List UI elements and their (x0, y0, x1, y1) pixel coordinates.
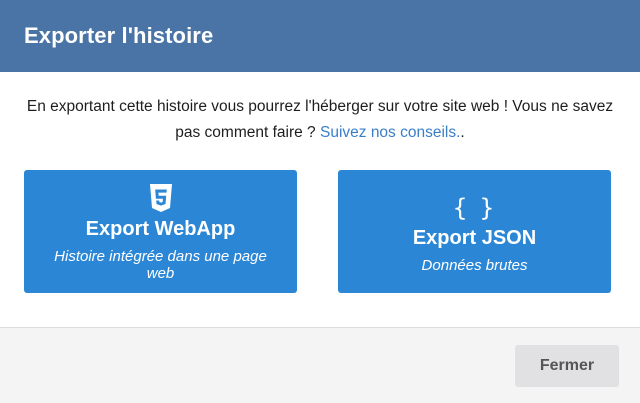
close-button[interactable]: Fermer (515, 345, 619, 387)
advice-link[interactable]: Suivez nos conseils. (320, 124, 460, 141)
intro-punctuation: . (460, 124, 465, 141)
export-webapp-subtitle: Histoire intégrée dans une page web (54, 248, 267, 282)
export-json-button[interactable]: { } Export JSON Données brutes (338, 170, 611, 293)
export-json-title: Export JSON (412, 227, 537, 249)
dialog-title: Exporter l'histoire (24, 23, 214, 48)
dialog-body: En exportant cette histoire vous pourrez… (0, 72, 640, 327)
export-webapp-title: Export WebApp (85, 218, 236, 240)
intro-text: En exportant cette histoire vous pourrez… (24, 94, 616, 146)
export-webapp-button[interactable]: Export WebApp Histoire intégrée dans une… (24, 170, 297, 293)
export-json-subtitle: Données brutes (421, 257, 528, 274)
html5-icon (149, 184, 172, 212)
braces-icon: { } (452, 194, 497, 222)
dialog-footer: Fermer (0, 327, 640, 403)
dialog-header: Exporter l'histoire (0, 0, 640, 72)
export-dialog: Exporter l'histoire En exportant cette h… (0, 0, 640, 403)
